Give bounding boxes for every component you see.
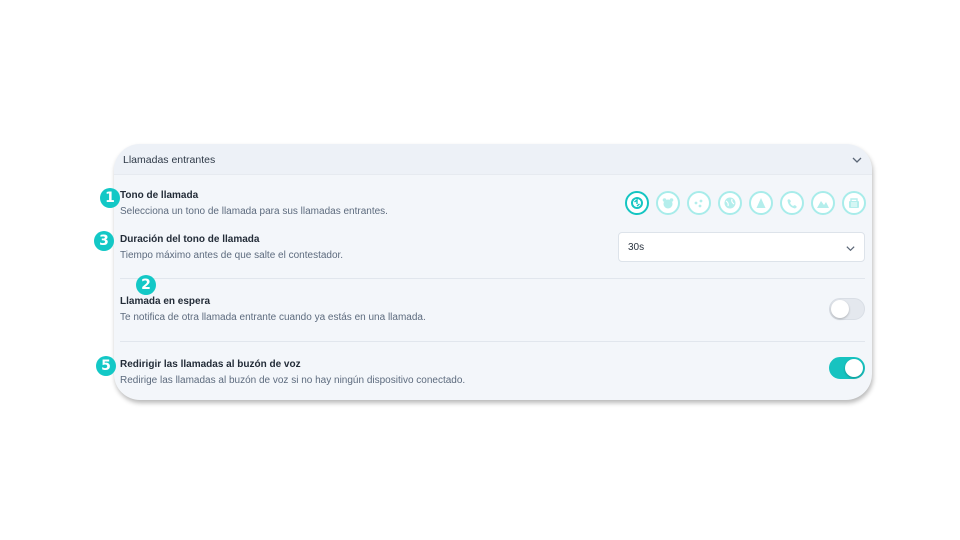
ringtone-bell-icon[interactable] bbox=[749, 191, 773, 215]
call-waiting-title: Llamada en espera bbox=[120, 296, 211, 307]
ringtone-description: Selecciona un tono de llamada para sus l… bbox=[120, 206, 388, 217]
call-waiting-description: Te notifica de otra llamada entrante cua… bbox=[120, 312, 426, 323]
chevron-down-icon[interactable] bbox=[851, 154, 863, 166]
toggle-knob bbox=[845, 359, 863, 377]
toggle-knob bbox=[831, 300, 849, 318]
ringtone-bear-icon[interactable] bbox=[656, 191, 680, 215]
callout-badge: 5 bbox=[96, 356, 116, 376]
duration-select[interactable]: 30s bbox=[618, 232, 865, 262]
ringtone-title: Tono de llamada bbox=[120, 190, 199, 201]
voicemail-redirect-title: Redirigir las llamadas al buzón de voz bbox=[120, 359, 301, 370]
divider bbox=[120, 341, 865, 342]
ringtone-phone-icon[interactable] bbox=[780, 191, 804, 215]
ringtone-mountain-icon[interactable] bbox=[811, 191, 835, 215]
duration-title: Duración del tono de llamada bbox=[120, 234, 260, 245]
duration-select-value: 30s bbox=[628, 242, 645, 253]
ringtone-basket-icon[interactable] bbox=[842, 191, 866, 215]
incoming-calls-panel: Llamadas entrantes Tono de llamada Selec… bbox=[114, 144, 872, 400]
voicemail-redirect-toggle[interactable] bbox=[829, 357, 865, 379]
call-waiting-toggle[interactable] bbox=[829, 298, 865, 320]
callout-badge: 1 bbox=[100, 188, 120, 208]
section-title: Llamadas entrantes bbox=[123, 154, 216, 166]
callout-badge: 2 bbox=[136, 275, 156, 295]
duration-description: Tiempo máximo antes de que salte el cont… bbox=[120, 250, 344, 261]
ringtone-globe-icon[interactable] bbox=[718, 191, 742, 215]
ringtone-dots-icon[interactable] bbox=[687, 191, 711, 215]
voicemail-redirect-description: Redirige las llamadas al buzón de voz si… bbox=[120, 375, 466, 386]
ringtone-options bbox=[625, 191, 867, 215]
section-header[interactable]: Llamadas entrantes bbox=[114, 144, 872, 175]
chevron-down-icon bbox=[846, 246, 855, 252]
callout-badge: 3 bbox=[94, 231, 114, 251]
ringtone-default-icon[interactable] bbox=[625, 191, 649, 215]
divider bbox=[120, 278, 865, 279]
